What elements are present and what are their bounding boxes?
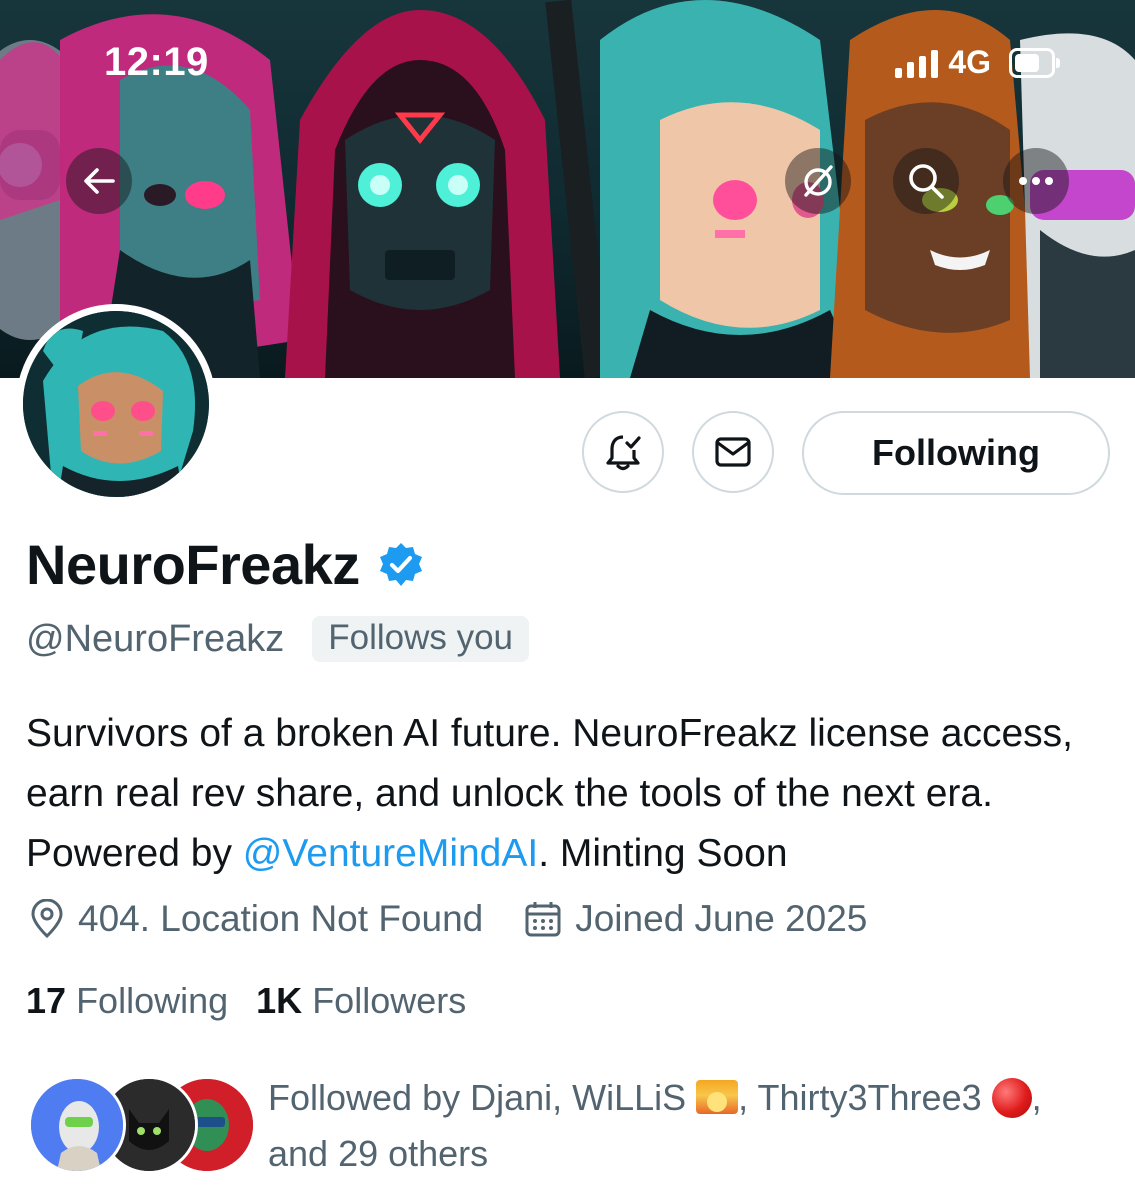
battery-icon bbox=[1009, 47, 1060, 78]
following-button[interactable]: Following bbox=[802, 411, 1110, 495]
more-button[interactable] bbox=[1003, 148, 1069, 214]
mutual-avatar-1-art bbox=[31, 1079, 123, 1171]
mutual-avatars bbox=[28, 1076, 256, 1176]
bio-mention-link[interactable]: @VentureMindAI bbox=[243, 832, 538, 875]
status-indicators: 4G bbox=[895, 44, 1060, 81]
following-count: 17 bbox=[26, 980, 67, 1021]
profile-avatar[interactable] bbox=[16, 304, 216, 504]
back-button[interactable] bbox=[66, 148, 132, 214]
joined-item: Joined June 2025 bbox=[523, 898, 867, 940]
grok-button[interactable] bbox=[785, 148, 851, 214]
more-dots-icon bbox=[1019, 177, 1053, 185]
followed-by-text: Followed by Djani, WiLLiS , Thirty3Three… bbox=[268, 1070, 1088, 1182]
bio-text-end: . Minting Soon bbox=[538, 832, 788, 875]
avatar-illustration bbox=[23, 311, 209, 497]
following-count-link[interactable]: 17 Following bbox=[26, 980, 228, 1022]
follows-you-badge: Follows you bbox=[312, 616, 530, 662]
sunrise-emoji-icon bbox=[696, 1080, 739, 1114]
search-icon bbox=[909, 164, 944, 199]
verified-badge-icon[interactable] bbox=[376, 540, 426, 590]
followers-label: Followers bbox=[312, 980, 467, 1021]
bell-check-icon bbox=[606, 435, 641, 471]
followed-by-mid: , Thirty3Three3 bbox=[738, 1077, 992, 1118]
profile-bio: Survivors of a broken AI future. NeuroFr… bbox=[26, 704, 1116, 884]
profile-name-row: NeuroFreakz bbox=[26, 532, 426, 597]
mail-icon bbox=[715, 437, 751, 467]
mutual-avatar-1 bbox=[28, 1076, 126, 1174]
location-item: 404. Location Not Found bbox=[28, 898, 483, 940]
grok-icon bbox=[804, 165, 833, 197]
followed-by-prefix: Followed by Djani, WiLLiS bbox=[268, 1077, 697, 1118]
followers-count: 1K bbox=[256, 980, 303, 1021]
following-label: Following bbox=[76, 980, 229, 1021]
profile-meta: 404. Location Not Found Joined June 2025 bbox=[28, 898, 907, 940]
location-text: 404. Location Not Found bbox=[78, 898, 484, 939]
handle-row: @NeuroFreakz Follows you bbox=[26, 616, 530, 662]
notifications-button[interactable] bbox=[582, 411, 664, 493]
network-label: 4G bbox=[948, 44, 991, 80]
calendar-icon bbox=[525, 902, 561, 937]
user-handle: @NeuroFreakz bbox=[26, 617, 285, 660]
follow-counts: 17 Following 1K Followers bbox=[26, 980, 466, 1022]
followers-count-link[interactable]: 1K Followers bbox=[256, 980, 466, 1022]
display-name: NeuroFreakz bbox=[26, 533, 360, 596]
search-button[interactable] bbox=[893, 148, 959, 214]
location-pin-icon bbox=[31, 899, 63, 939]
status-time: 12:19 bbox=[104, 40, 209, 84]
signal-icon bbox=[895, 48, 939, 78]
message-button[interactable] bbox=[692, 411, 774, 493]
red-circle-emoji-icon bbox=[991, 1078, 1032, 1118]
avatar-image bbox=[23, 311, 209, 497]
arrow-left-icon bbox=[84, 168, 115, 194]
joined-text: Joined June 2025 bbox=[575, 898, 868, 939]
